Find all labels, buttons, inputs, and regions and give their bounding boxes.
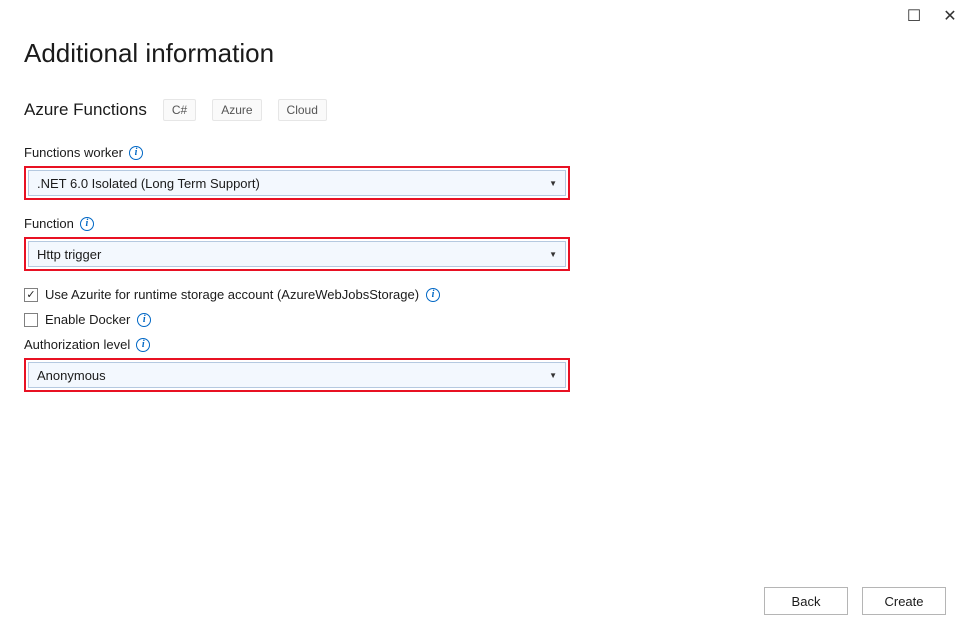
docker-label: Enable Docker	[45, 312, 130, 327]
dropdown-value: .NET 6.0 Isolated (Long Term Support)	[37, 176, 260, 191]
functions-worker-highlight: .NET 6.0 Isolated (Long Term Support) ▼	[24, 166, 570, 200]
info-icon[interactable]: i	[80, 217, 94, 231]
window-controls: ☐ ✕	[902, 4, 962, 28]
function-dropdown[interactable]: Http trigger ▼	[28, 241, 566, 267]
info-icon[interactable]: i	[426, 288, 440, 302]
function-label: Function i	[24, 216, 944, 231]
authlevel-highlight: Anonymous ▼	[24, 358, 570, 392]
chevron-down-icon: ▼	[549, 371, 557, 380]
azurite-checkbox[interactable]	[24, 288, 38, 302]
info-icon[interactable]: i	[137, 313, 151, 327]
footer-buttons: Back Create	[764, 587, 946, 615]
functions-worker-dropdown[interactable]: .NET 6.0 Isolated (Long Term Support) ▼	[28, 170, 566, 196]
azurite-label: Use Azurite for runtime storage account …	[45, 287, 419, 302]
create-button[interactable]: Create	[862, 587, 946, 615]
project-type-label: Azure Functions	[24, 100, 147, 120]
label-text: Functions worker	[24, 145, 123, 160]
dialog-content: Additional information Azure Functions C…	[0, 0, 968, 392]
dropdown-value: Http trigger	[37, 247, 101, 262]
info-icon[interactable]: i	[129, 146, 143, 160]
info-icon[interactable]: i	[136, 338, 150, 352]
label-text: Function	[24, 216, 74, 231]
page-title: Additional information	[24, 38, 944, 69]
docker-checkbox-row: Enable Docker i	[24, 312, 944, 327]
maximize-icon[interactable]: ☐	[902, 4, 926, 28]
authlevel-label: Authorization level i	[24, 337, 944, 352]
chevron-down-icon: ▼	[549, 250, 557, 259]
tag-csharp: C#	[163, 99, 196, 121]
tag-azure: Azure	[212, 99, 261, 121]
function-highlight: Http trigger ▼	[24, 237, 570, 271]
label-text: Authorization level	[24, 337, 130, 352]
subtitle-row: Azure Functions C# Azure Cloud	[24, 99, 944, 121]
dropdown-value: Anonymous	[37, 368, 106, 383]
close-icon[interactable]: ✕	[938, 4, 962, 28]
back-button[interactable]: Back	[764, 587, 848, 615]
functions-worker-label: Functions worker i	[24, 145, 944, 160]
tag-cloud: Cloud	[278, 99, 327, 121]
authlevel-dropdown[interactable]: Anonymous ▼	[28, 362, 566, 388]
docker-checkbox[interactable]	[24, 313, 38, 327]
azurite-checkbox-row: Use Azurite for runtime storage account …	[24, 287, 944, 302]
chevron-down-icon: ▼	[549, 179, 557, 188]
